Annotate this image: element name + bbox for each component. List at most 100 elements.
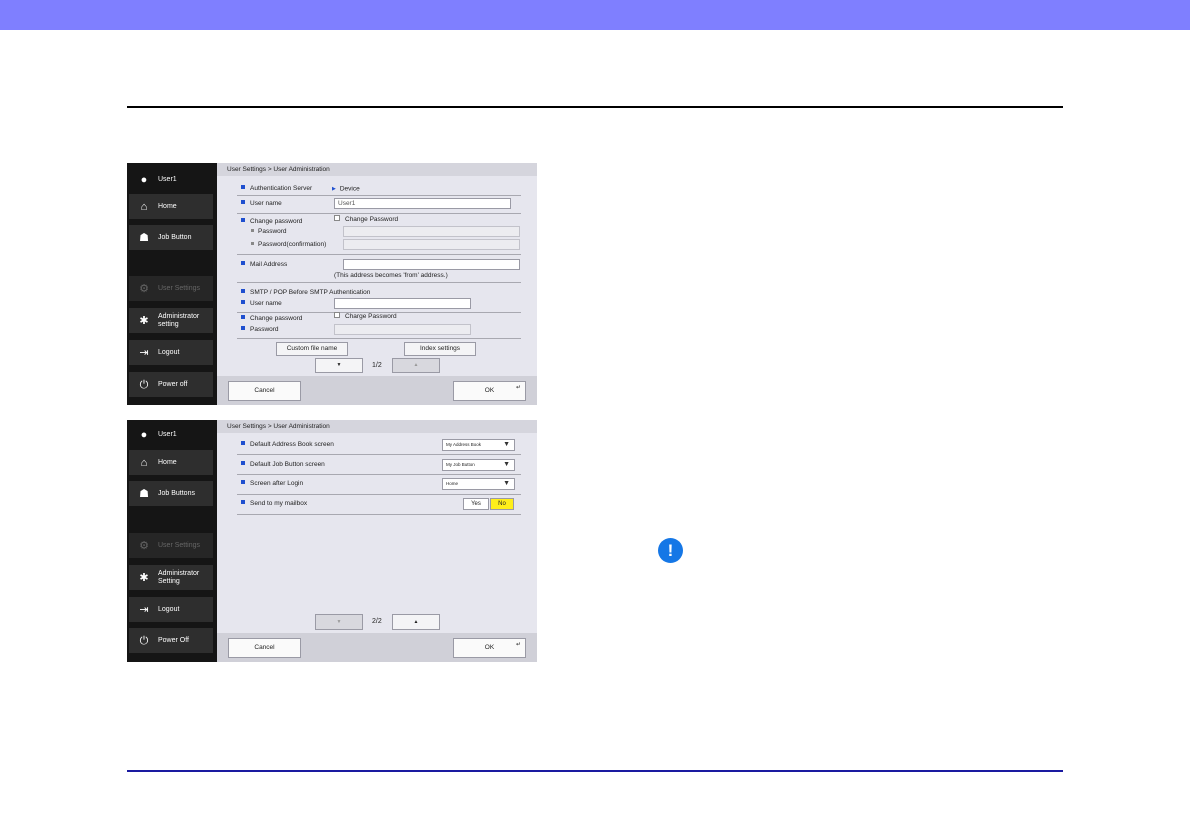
password-confirm-field[interactable] [343,239,520,250]
send-to-mailbox-no[interactable]: No [490,498,514,510]
password-field[interactable] [343,226,520,237]
send-to-mailbox-label: Send to my mailbox [241,500,307,508]
divider [237,282,521,283]
smtp-username-field[interactable] [334,298,471,309]
sidebar-item-label: Power Off [158,636,189,644]
ok-button[interactable]: OK ↵ [453,638,526,658]
power-icon: ⏻ [139,634,149,647]
sidebar-item-label: User Settings [158,541,201,549]
change-password-checkbox[interactable]: Change Password [334,216,398,224]
divider [237,338,521,339]
page-up-button[interactable]: ▲ [392,614,440,630]
password-label: Password [251,228,287,236]
select-value: Home [446,481,459,486]
top-divider [127,106,1063,108]
smtp-change-password-checkbox[interactable]: Charge Password [334,313,397,321]
bottom-bar: Cancel OK ↵ [217,633,537,662]
screen-after-login-select[interactable]: Home ▼ [442,478,515,490]
sidebar-item-label: Administrator setting [158,312,200,328]
sidebar-item-home[interactable]: ⌂ Home [129,194,213,219]
username-label: User name [241,200,282,208]
breadcrumb: User Settings > User Administration [217,163,537,176]
sidebar-item-power-off[interactable]: ⏻ Power Off [129,628,213,653]
sidebar-item-label: Administrator Setting [158,569,200,585]
auth-server-value: Device [332,185,360,194]
mail-address-field[interactable] [343,259,520,270]
send-to-mailbox-yes[interactable]: Yes [463,498,489,510]
sidebar-user[interactable]: ● User1 [129,171,213,189]
custom-file-name-button[interactable]: Custom file name [276,342,348,356]
select-value: My Job Button [446,462,475,467]
sidebar-item-user-settings: ⚙ User Settings [129,533,213,558]
auth-server-label: Authentication Server [241,185,312,193]
enter-icon: ↵ [515,385,521,391]
select-value: My Address Book [446,442,482,447]
ok-label: OK [484,387,495,394]
sidebar: ● User1 ⌂ Home ☗ Job Button ⚙ User Setti… [127,163,217,405]
sidebar-item-label: Power off [158,380,188,388]
sidebar-item-label: Logout [158,605,180,613]
page-indicator: 1/2 [372,362,382,369]
smtp-password-label: Password [241,326,279,334]
default-address-book-label: Default Address Book screen [241,441,334,449]
sidebar-item-logout[interactable]: ⇥ Logout [129,597,213,622]
home-icon: ⌂ [140,456,148,469]
sidebar-item-power-off[interactable]: ⏻ Power off [129,372,213,397]
smtp-heading: SMTP / POP Before SMTP Authentication [241,289,370,297]
page-up-button: ▲ [392,358,440,373]
page-down-button[interactable]: ▼ [315,358,363,373]
sidebar-user-label: User1 [158,431,177,438]
header-bar [0,0,1190,30]
sidebar-item-label: User Settings [158,284,201,292]
cancel-button[interactable]: Cancel [228,381,301,401]
username-field[interactable]: User1 [334,198,511,209]
sidebar-item-label: Job Buttons [158,489,195,497]
sidebar-item-logout[interactable]: ⇥ Logout [129,340,213,365]
smtp-username-label: User name [241,300,282,308]
power-icon: ⏻ [139,378,149,391]
screen-after-login-label: Screen after Login [241,480,303,488]
sidebar: ● User1 ⌂ Home ☗ Job Buttons ⚙ User Sett… [127,420,217,662]
ok-button[interactable]: OK ↵ [453,381,526,401]
sidebar-item-administrator[interactable]: ✱ Administrator Setting [129,565,213,590]
exclamation-icon: ! [658,538,683,563]
default-job-button-select[interactable]: My Job Button ▼ [442,459,515,471]
logout-icon: ⇥ [139,603,149,616]
index-settings-button[interactable]: Index settings [404,342,476,356]
default-job-button-label: Default Job Button screen [241,461,325,469]
divider [237,213,521,214]
gear-icon: ✱ [139,314,149,327]
sidebar-item-label: Home [158,458,177,466]
sidebar-item-label: Logout [158,348,180,356]
password-confirm-label: Password(confirmation) [251,241,326,249]
mail-address-label: Mail Address [241,261,287,269]
sidebar-item-home[interactable]: ⌂ Home [129,450,213,475]
page-down-button: ▼ [315,614,363,630]
chevron-down-icon: ▼ [503,461,510,468]
home-icon: ⌂ [140,200,148,213]
settings-panel: User Settings > User Administration Auth… [217,163,537,405]
divider [237,254,521,255]
sidebar-item-job-buttons[interactable]: ☗ Job Buttons [129,481,213,506]
sidebar-user[interactable]: ● User1 [129,426,213,444]
smtp-password-field[interactable] [334,324,471,335]
user-admin-screen-page-1: ● User1 ⌂ Home ☗ Job Button ⚙ User Setti… [127,163,537,405]
sidebar-item-label: Home [158,202,177,210]
sidebar-item-administrator[interactable]: ✱ Administrator setting [129,308,213,333]
divider [237,514,521,515]
chevron-down-icon: ▼ [503,480,510,487]
user-admin-screen-page-2: ● User1 ⌂ Home ☗ Job Buttons ⚙ User Sett… [127,420,537,662]
job-button-icon: ☗ [139,231,149,244]
logout-icon: ⇥ [139,346,149,359]
gear-icon: ✱ [139,571,149,584]
default-address-book-select[interactable]: My Address Book ▼ [442,439,515,451]
mail-address-note: (This address becomes 'from' address.) [334,272,448,279]
divider [237,474,521,475]
job-button-icon: ☗ [139,487,149,500]
user-settings-icon: ⚙ [139,539,149,552]
cancel-button[interactable]: Cancel [228,638,301,658]
smtp-change-password-label: Change password [241,315,302,323]
sidebar-item-job-button[interactable]: ☗ Job Button [129,225,213,250]
user-settings-icon: ⚙ [139,282,149,295]
chevron-down-icon: ▼ [503,441,510,448]
